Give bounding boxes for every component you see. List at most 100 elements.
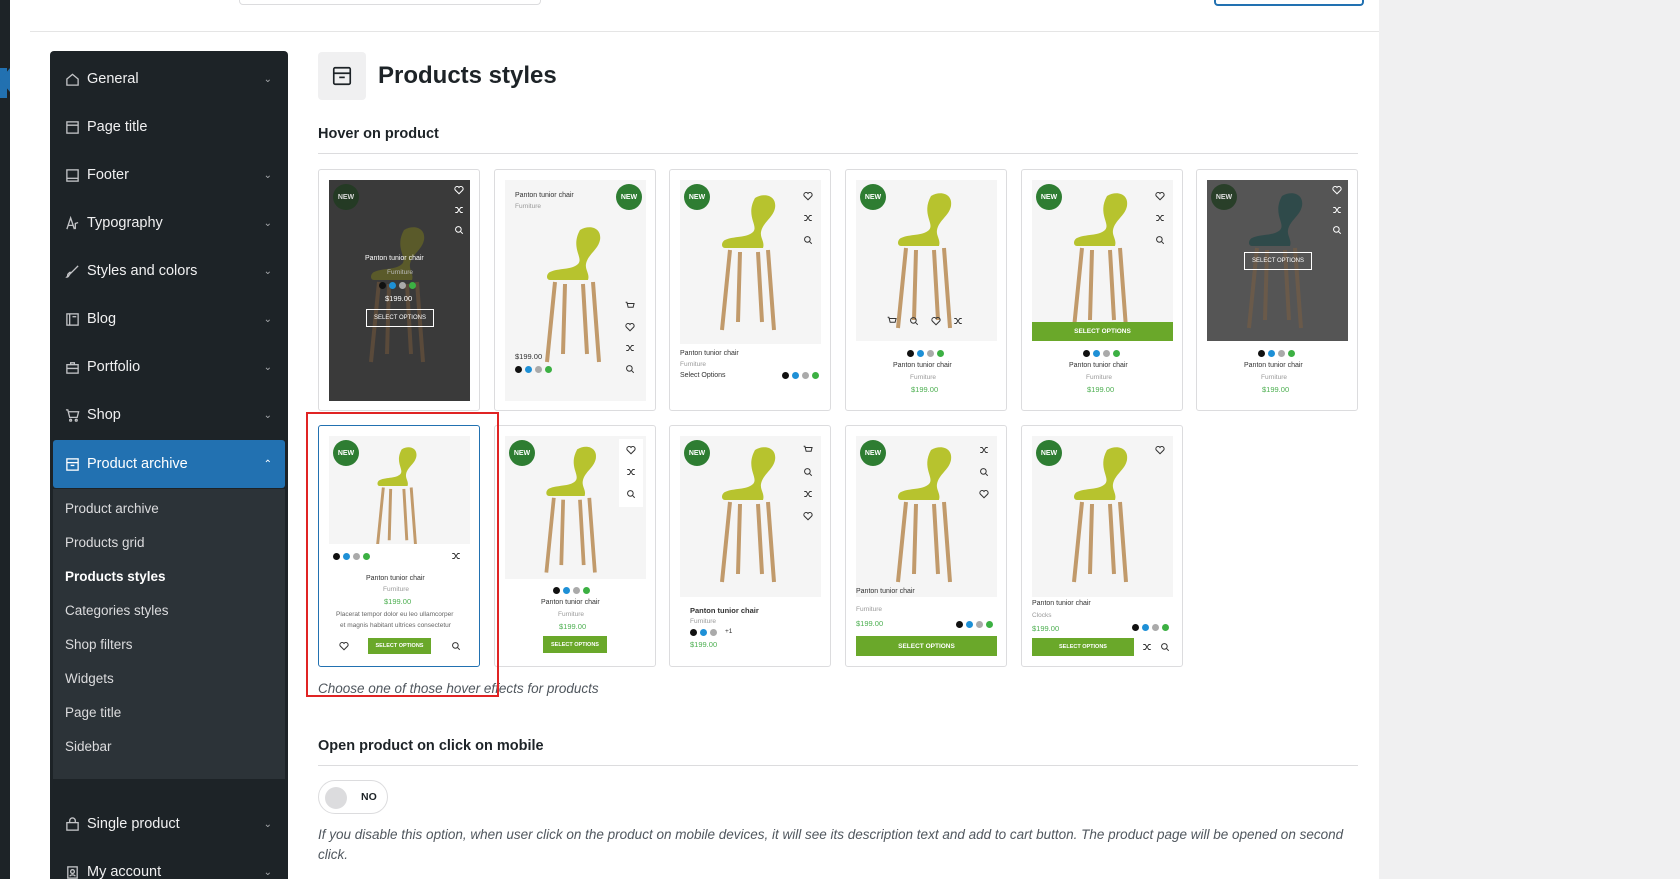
chevron-down-icon: ⌄	[263, 265, 272, 277]
chair-image	[545, 227, 601, 363]
submenu-item-products-grid[interactable]: Products grid	[65, 535, 145, 550]
product-price: $199.00	[385, 294, 413, 303]
sidebar-item-label: My account	[87, 864, 162, 879]
product-name: Panton tunior chair	[856, 588, 915, 595]
page-background-right	[1379, 0, 1680, 879]
heart-icon[interactable]	[978, 488, 990, 500]
shuffle-icon[interactable]	[453, 204, 465, 216]
hover-style-option-3[interactable]: NEW Panton tunior chair Furniture Select…	[669, 169, 831, 411]
search-icon[interactable]	[624, 363, 636, 375]
sidebar-item-label: Styles and colors	[87, 263, 198, 279]
hover-style-option-6[interactable]: NEW SELECT OPTIONS Panton tunior chair F…	[1196, 169, 1358, 411]
sidebar-item-typography[interactable]: Typography ⌄	[50, 199, 288, 247]
sidebar-item-footer[interactable]: Footer ⌄	[50, 151, 288, 199]
product-category: Furniture	[558, 611, 585, 618]
bag-icon	[64, 816, 80, 832]
search-icon[interactable]	[453, 224, 465, 236]
hover-style-option-5[interactable]: NEW SELECT OPTIONS Panton tunior chair F…	[1021, 169, 1183, 411]
submenu-item-page-title[interactable]: Page title	[65, 705, 121, 720]
archive-icon	[318, 52, 366, 100]
hover-style-option-2[interactable]: Panton tunior chair Furniture NEW $199.0…	[494, 169, 656, 411]
select-options-button[interactable]: SELECT OPTIONS	[543, 636, 607, 653]
shuffle-icon[interactable]	[1154, 212, 1166, 224]
section-label-mobile-click: Open product on click on mobile	[318, 738, 544, 754]
select-options-button[interactable]: SELECT OPTIONS	[856, 636, 997, 656]
mobile-click-toggle[interactable]: NO	[318, 780, 388, 814]
search-icon[interactable]	[908, 315, 920, 327]
sidebar-item-page-title[interactable]: Page title	[50, 103, 288, 151]
product-price: $199.00	[1032, 624, 1060, 633]
submenu-item-sidebar[interactable]: Sidebar	[65, 739, 112, 754]
search-icon[interactable]	[802, 234, 814, 246]
shuffle-icon[interactable]	[625, 466, 637, 478]
sidebar-item-label: Shop	[87, 407, 121, 423]
heart-icon[interactable]	[453, 184, 465, 196]
search-icon[interactable]	[1331, 224, 1343, 236]
product-name: Panton tunior chair	[1069, 362, 1128, 369]
shuffle-icon[interactable]	[952, 315, 964, 327]
sidebar-item-label: Typography	[87, 215, 163, 231]
submenu-item-widgets[interactable]: Widgets	[65, 671, 114, 686]
submenu-item-product-archive[interactable]: Product archive	[65, 501, 159, 516]
shuffle-icon[interactable]	[802, 488, 814, 500]
cart-icon[interactable]	[624, 300, 636, 312]
sidebar-item-general[interactable]: General ⌄	[50, 55, 288, 103]
search-icon[interactable]	[1159, 641, 1171, 653]
search-icon[interactable]	[978, 466, 990, 478]
toggle-state-label: NO	[361, 791, 377, 803]
product-price: $199.00	[911, 385, 939, 394]
sidebar-item-shop[interactable]: Shop ⌄	[50, 391, 288, 439]
hover-style-option-9[interactable]: NEW Panton tunior chair Furniture +1 $19…	[669, 425, 831, 667]
heart-icon[interactable]	[625, 444, 637, 456]
product-name: Panton tunior chair	[365, 255, 424, 262]
heart-icon[interactable]	[624, 321, 636, 333]
shuffle-icon[interactable]	[802, 212, 814, 224]
search-icon[interactable]	[802, 466, 814, 478]
hover-style-option-1[interactable]: NEW Panton tunior chair Furniture $199.0…	[318, 169, 480, 411]
heart-icon[interactable]	[1331, 184, 1343, 196]
shuffle-icon[interactable]	[978, 444, 990, 456]
submenu-item-products-styles[interactable]: Products styles	[65, 569, 166, 584]
cart-icon[interactable]	[886, 315, 898, 327]
hover-style-option-4[interactable]: NEW Panton tunior chair Furniture $199.0…	[845, 169, 1007, 411]
select-options-button[interactable]: SELECT OPTIONS	[366, 309, 434, 327]
sidebar-item-label: Page title	[87, 119, 148, 135]
sidebar-item-product-archive[interactable]: Product archive ⌃	[53, 440, 285, 488]
cart-icon	[64, 407, 80, 423]
sidebar-item-portfolio[interactable]: Portfolio ⌄	[50, 343, 288, 391]
chevron-down-icon: ⌄	[263, 409, 272, 421]
shuffle-icon[interactable]	[1141, 641, 1153, 653]
search-icon[interactable]	[1154, 234, 1166, 246]
heart-icon[interactable]	[802, 510, 814, 522]
product-price: $199.00	[690, 640, 718, 649]
sidebar-item-blog[interactable]: Blog ⌄	[50, 295, 288, 343]
select-options-button[interactable]: SELECT OPTIONS	[1032, 322, 1173, 341]
hover-style-option-11[interactable]: NEW Panton tunior chair Clocks $199.00 S…	[1021, 425, 1183, 667]
submenu-item-shop-filters[interactable]: Shop filters	[65, 637, 133, 652]
product-category: Furniture	[515, 203, 542, 210]
shuffle-icon[interactable]	[624, 342, 636, 354]
sidebar-item-my-account[interactable]: My account ⌄	[50, 848, 288, 879]
heart-icon[interactable]	[802, 190, 814, 202]
heart-icon[interactable]	[930, 315, 942, 327]
heart-icon[interactable]	[1154, 444, 1166, 456]
product-category: Clocks	[1032, 612, 1052, 619]
hover-style-option-8[interactable]: NEW Panton tunior chair Furniture $199.0…	[494, 425, 656, 667]
cart-icon[interactable]	[802, 444, 814, 456]
submenu-item-categories-styles[interactable]: Categories styles	[65, 603, 169, 618]
product-thumbnail: NEW	[505, 436, 646, 579]
select-options-button[interactable]: SELECT OPTIONS	[1244, 252, 1312, 270]
hover-style-option-10[interactable]: NEW Panton tunior chair Furniture $199.0…	[845, 425, 1007, 667]
select-options-link[interactable]: Select Options	[680, 372, 726, 379]
shuffle-icon[interactable]	[1331, 204, 1343, 216]
product-thumbnail: NEW Panton tunior chair Furniture $199.0…	[329, 180, 470, 401]
new-badge: NEW	[616, 184, 642, 210]
product-price: $199.00	[559, 622, 587, 631]
heart-icon[interactable]	[1154, 190, 1166, 202]
product-name: Panton tunior chair	[515, 192, 574, 199]
select-options-button[interactable]: SELECT OPTIONS	[1032, 638, 1134, 656]
brush-icon	[64, 263, 80, 279]
search-icon[interactable]	[625, 488, 637, 500]
sidebar-item-single-product[interactable]: Single product ⌄	[50, 800, 288, 848]
sidebar-item-styles-colors[interactable]: Styles and colors ⌄	[50, 247, 288, 295]
